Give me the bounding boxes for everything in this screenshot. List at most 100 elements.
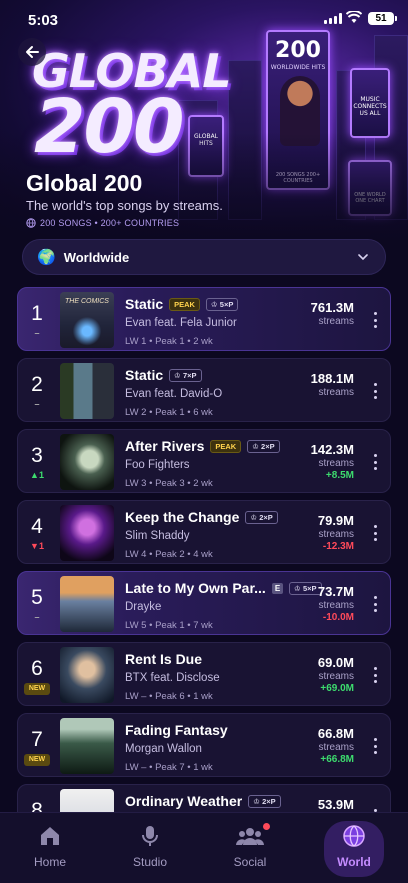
song-title-line: After Rivers PEAK ♔ 2×P xyxy=(125,438,280,454)
rank-movement: ▼1 xyxy=(30,541,44,551)
billboard-main: 200 WORLDWIDE HITS 200 SONGS 200+ COUNTR… xyxy=(266,30,330,190)
stream-delta: -10.0M xyxy=(322,612,354,623)
stream-count: 188.1M streams xyxy=(310,371,354,398)
chevron-down-icon xyxy=(358,254,368,261)
bottom-nav: Home Studio Social World xyxy=(0,812,408,883)
globe-small-icon xyxy=(26,218,36,228)
certification-badge: ♔ 7×P xyxy=(169,368,202,382)
chart-row[interactable]: 7 NEW Fading Fantasy Morgan Wallon LW – … xyxy=(17,713,391,777)
song-title: Static xyxy=(125,367,164,383)
more-options-icon[interactable] xyxy=(374,738,378,754)
rank-column: 2 – xyxy=(18,359,56,421)
rank-number: 2 xyxy=(31,373,43,396)
page-title: Global 200 xyxy=(26,170,143,196)
certification-badge: ♔ 2×P xyxy=(245,510,278,524)
billboard-person-image xyxy=(280,76,320,146)
stream-delta: +8.5M xyxy=(325,470,354,481)
nav-home[interactable]: Home xyxy=(16,821,84,877)
rank-number: 4 xyxy=(31,515,43,538)
chart-row[interactable]: 6 NEW Rent Is Due BTX feat. Disclose LW … xyxy=(17,642,391,706)
album-art: THE COMICS xyxy=(60,292,114,348)
rank-number: 7 xyxy=(31,728,43,751)
status-bar: 5:03 51 xyxy=(0,0,408,38)
album-art-title: THE COMICS xyxy=(65,298,109,305)
award-icon: ♔ xyxy=(250,512,258,522)
globe-icon: 🌍 xyxy=(37,249,56,266)
rank-column: 7 NEW xyxy=(18,714,56,776)
song-title: Rent Is Due xyxy=(125,651,203,667)
song-stats: LW 3 • Peak 3 • 2 wk xyxy=(125,478,213,489)
song-artist: Foo Fighters xyxy=(125,459,190,471)
chart-row[interactable]: 5 – Late to My Own Par... E ♔ 5×P Drayke L… xyxy=(17,571,391,635)
nav-studio[interactable]: Studio xyxy=(116,821,184,877)
nav-world[interactable]: World xyxy=(324,821,384,877)
chart-row[interactable]: 3 ▲1 After Rivers PEAK ♔ 2×P Foo Fighters … xyxy=(17,429,391,493)
stream-count: 53.9M xyxy=(317,797,354,812)
song-title-line: Fading Fantasy xyxy=(125,722,228,738)
arrow-left-icon xyxy=(26,46,39,58)
back-button[interactable] xyxy=(18,38,46,66)
song-title: Fading Fantasy xyxy=(125,722,228,738)
album-art xyxy=(60,363,114,419)
status-time: 5:03 xyxy=(28,12,59,29)
song-title: Keep the Change xyxy=(125,509,240,525)
stream-count: 73.7M streams -10.0M xyxy=(274,584,354,623)
stream-count: 79.9M streams -12.3M xyxy=(274,513,354,552)
rank-number: 6 xyxy=(31,657,43,680)
album-art xyxy=(60,505,114,561)
song-artist: Slim Shaddy xyxy=(125,530,190,542)
region-label: Worldwide xyxy=(63,249,130,265)
more-options-icon[interactable] xyxy=(374,667,378,683)
more-options-icon[interactable] xyxy=(374,312,378,328)
song-title-line: Rent Is Due xyxy=(125,651,202,667)
album-art xyxy=(60,576,114,632)
rank-movement: – xyxy=(34,612,40,622)
song-artist: Evan feat. Fela Junior xyxy=(125,317,237,329)
chart-meta: 200 SONGS • 200+ COUNTRIES xyxy=(26,218,179,228)
stream-count: 66.8M streams +66.8M xyxy=(274,726,354,765)
award-icon: ♔ xyxy=(210,299,218,309)
award-icon: ♔ xyxy=(174,370,181,380)
award-icon: ♔ xyxy=(253,796,260,806)
more-options-icon[interactable] xyxy=(374,596,378,612)
billboard-one-world: ONE WORLD ONE CHART xyxy=(348,160,392,216)
rank-column: 5 – xyxy=(18,572,56,634)
peak-badge: PEAK xyxy=(169,297,200,311)
more-options-icon[interactable] xyxy=(374,383,378,399)
chart-row[interactable]: 2 – Static ♔ 7×P Evan feat. David-O LW 2 … xyxy=(17,358,391,422)
stream-count: 142.3M streams +8.5M xyxy=(274,442,354,481)
wifi-icon xyxy=(346,11,362,23)
song-artist: Morgan Wallon xyxy=(125,743,202,755)
song-stats: LW 2 • Peak 1 • 6 wk xyxy=(125,407,213,418)
stream-delta: +69.0M xyxy=(320,683,354,694)
rank-column: 1 – xyxy=(18,288,56,350)
page-subtitle: The world's top songs by streams. xyxy=(26,198,223,213)
rank-movement: NEW xyxy=(24,754,50,766)
rank-column: 6 NEW xyxy=(18,643,56,705)
home-icon xyxy=(41,827,59,845)
album-art xyxy=(60,718,114,774)
nav-social[interactable]: Social xyxy=(216,821,284,877)
song-title: After Rivers xyxy=(125,438,205,454)
chart-list: 1 – THE COMICS Static PEAK ♔ 5×P Evan feat… xyxy=(17,287,391,855)
microphone-icon xyxy=(142,826,158,846)
rank-number: 1 xyxy=(31,302,43,325)
album-art xyxy=(60,647,114,703)
rank-number: 5 xyxy=(31,586,43,609)
song-artist: BTX feat. Disclose xyxy=(125,672,220,684)
song-stats: LW 1 • Peak 1 • 2 wk xyxy=(125,336,213,347)
stream-count: 69.0M streams +69.0M xyxy=(274,655,354,694)
chart-row[interactable]: 1 – THE COMICS Static PEAK ♔ 5×P Evan feat… xyxy=(17,287,391,351)
more-options-icon[interactable] xyxy=(374,454,378,470)
song-stats: LW 4 • Peak 2 • 4 wk xyxy=(125,549,213,560)
stream-delta: -12.3M xyxy=(322,541,354,552)
song-artist: Evan feat. David-O xyxy=(125,388,223,400)
song-artist: Drayke xyxy=(125,601,162,613)
more-options-icon[interactable] xyxy=(374,525,378,541)
chart-row[interactable]: 4 ▼1 Keep the Change ♔ 2×P Slim Shaddy LW… xyxy=(17,500,391,564)
rank-column: 3 ▲1 xyxy=(18,430,56,492)
region-select[interactable]: 🌍 Worldwide xyxy=(22,239,386,275)
song-stats: LW – • Peak 6 • 1 wk xyxy=(125,691,213,702)
world-globe-icon xyxy=(343,825,365,847)
rank-movement: – xyxy=(34,399,40,409)
